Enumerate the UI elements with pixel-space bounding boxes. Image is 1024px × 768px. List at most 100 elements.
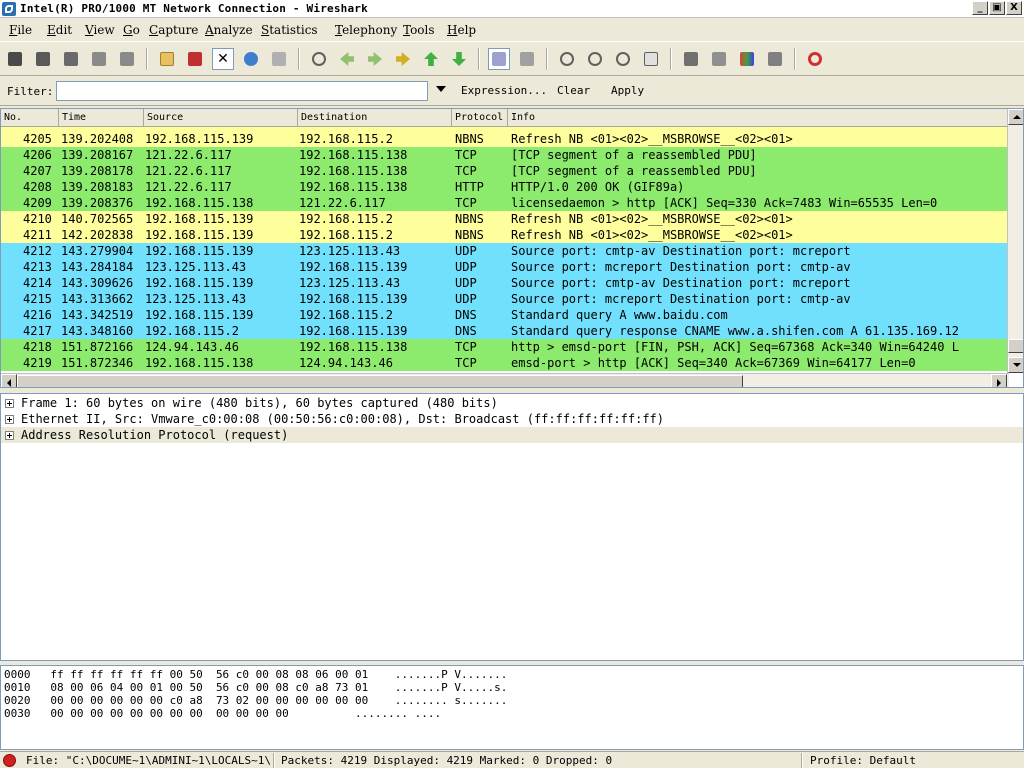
restart-capture-icon[interactable] xyxy=(118,50,136,68)
table-row[interactable]: 4210 140.702565 192.168.115.139 192.168.115… xyxy=(1,211,1009,227)
table-row[interactable]: 4207 139.208178 121.22.6.117 192.168.115.13… xyxy=(1,163,1009,179)
table-row[interactable]: 4214 143.309626 192.168.115.139 123.125.113… xyxy=(1,275,1009,291)
cell-time: 143.284184 xyxy=(61,260,134,274)
expression-button[interactable]: Expression... xyxy=(461,84,547,97)
zoom-normal-icon[interactable] xyxy=(614,50,632,68)
go-forward-icon[interactable] xyxy=(366,50,384,68)
zoom-out-icon[interactable] xyxy=(586,50,604,68)
resize-columns-icon[interactable] xyxy=(642,50,660,68)
print-icon[interactable] xyxy=(270,50,288,68)
colorize-icon[interactable] xyxy=(488,48,510,70)
cell-src: 192.168.115.139 xyxy=(145,228,254,242)
table-row[interactable]: 4211 142.202838 192.168.115.139 192.168.115… xyxy=(1,227,1009,243)
window-title: Intel(R) PRO/1000 MT Network Connection … xyxy=(20,2,368,15)
table-row[interactable]: 4208 139.208183 121.22.6.117 192.168.115.13… xyxy=(1,179,1009,195)
scroll-thumb[interactable] xyxy=(1008,339,1023,353)
chevron-down-icon[interactable] xyxy=(436,86,446,92)
save-file-icon[interactable] xyxy=(186,50,204,68)
scroll-left-button[interactable] xyxy=(1,374,17,387)
menu-tools[interactable]: Tools xyxy=(403,23,435,37)
filter-input[interactable] xyxy=(56,81,428,101)
detail-row-frame[interactable]: Frame 1: 60 bytes on wire (480 bits), 60… xyxy=(1,395,1023,411)
cell-time: 143.348160 xyxy=(61,324,134,338)
help-icon[interactable] xyxy=(806,50,824,68)
expand-icon[interactable] xyxy=(5,415,14,424)
cell-time: 143.309626 xyxy=(61,276,134,290)
status-profile[interactable]: Profile: Default xyxy=(810,754,916,767)
go-last-icon[interactable] xyxy=(450,50,468,68)
cell-dst: 123.125.113.43 xyxy=(299,276,401,290)
menu-capture[interactable]: Capture xyxy=(149,23,198,37)
cell-time: 143.342519 xyxy=(61,308,134,322)
cell-proto: DNS xyxy=(455,308,477,322)
scroll-right-button[interactable] xyxy=(991,374,1007,387)
expand-icon[interactable] xyxy=(5,399,14,408)
maximize-button[interactable]: ▣ xyxy=(989,1,1005,15)
bytes-row: 0000 ff ff ff ff ff ff 00 50 56 c0 00 08… xyxy=(4,668,508,681)
cell-proto: TCP xyxy=(455,196,477,210)
capture-filters-icon[interactable] xyxy=(682,50,700,68)
find-packet-icon[interactable] xyxy=(310,50,328,68)
menu-go[interactable]: Go xyxy=(123,23,140,37)
cell-dst: 121.22.6.117 xyxy=(299,196,386,210)
column-header-time[interactable]: Time xyxy=(59,109,144,127)
go-to-packet-icon[interactable] xyxy=(394,50,412,68)
table-row[interactable]: 4209 139.208376 192.168.115.138 121.22.6.11… xyxy=(1,195,1009,211)
minimize-button[interactable]: _ xyxy=(972,1,988,15)
menu-edit[interactable]: Edit xyxy=(47,23,72,37)
cell-time: 143.313662 xyxy=(61,292,134,306)
cell-proto: TCP xyxy=(455,164,477,178)
stop-capture-icon[interactable] xyxy=(90,50,108,68)
close-button[interactable]: X xyxy=(1006,1,1022,15)
menu-analyze[interactable]: Analyze xyxy=(205,23,253,37)
start-capture-icon[interactable] xyxy=(62,50,80,68)
table-row[interactable]: 4217 143.348160 192.168.115.2 192.168.115.1… xyxy=(1,323,1009,339)
column-header-destination[interactable]: Destination xyxy=(298,109,452,127)
table-row[interactable]: 4206 139.208167 121.22.6.117 192.168.115.13… xyxy=(1,147,1009,163)
table-row[interactable]: 4218 151.872166 124.94.143.46 192.168.115.1… xyxy=(1,339,1009,355)
go-first-icon[interactable] xyxy=(422,50,440,68)
menu-telephony[interactable]: Telephony xyxy=(335,23,397,37)
column-header-info[interactable]: Info xyxy=(508,109,1009,127)
table-row[interactable]: 4216 143.342519 192.168.115.139 192.168.115… xyxy=(1,307,1009,323)
packet-list-vscroll[interactable] xyxy=(1007,109,1023,373)
table-row[interactable]: 4205 139.202408 192.168.115.139 192.168.115… xyxy=(1,131,1009,147)
display-filters-icon[interactable] xyxy=(710,50,728,68)
detail-row-ethernet[interactable]: Ethernet II, Src: Vmware_c0:00:08 (00:50… xyxy=(1,411,1023,427)
detail-row-arp[interactable]: Address Resolution Protocol (request) xyxy=(1,427,1023,443)
reload-icon[interactable] xyxy=(242,50,260,68)
packet-list-hscroll[interactable] xyxy=(1,373,1009,387)
preferences-icon[interactable] xyxy=(766,50,784,68)
table-row[interactable]: 4212 143.279904 192.168.115.139 123.125.113… xyxy=(1,243,1009,259)
table-row[interactable]: 4213 143.284184 123.125.113.43 192.168.115.… xyxy=(1,259,1009,275)
expert-info-icon[interactable] xyxy=(3,754,16,767)
table-row[interactable]: 4219 151.872346 192.168.115.138 124.94.143.… xyxy=(1,355,1009,371)
column-header-protocol[interactable]: Protocol xyxy=(452,109,508,127)
scroll-up-button[interactable] xyxy=(1008,109,1023,125)
cell-info: Refresh NB <01><02>__MSBROWSE__<02><01> xyxy=(511,212,793,226)
expand-icon[interactable] xyxy=(5,431,14,440)
menu-help[interactable]: Help xyxy=(447,23,476,37)
coloring-rules-icon[interactable] xyxy=(738,50,756,68)
zoom-in-icon[interactable] xyxy=(558,50,576,68)
hscroll-thumb[interactable] xyxy=(17,375,743,387)
go-back-icon[interactable] xyxy=(338,50,356,68)
close-file-icon[interactable]: ✕ xyxy=(212,48,234,70)
autoscroll-icon[interactable] xyxy=(518,50,536,68)
cell-dst: 192.168.115.2 xyxy=(299,228,393,242)
capture-options-icon[interactable] xyxy=(34,50,52,68)
interface-list-icon[interactable] xyxy=(6,50,24,68)
table-row[interactable]: 4215 143.313662 123.125.113.43 192.168.115.… xyxy=(1,291,1009,307)
apply-button[interactable]: Apply xyxy=(611,84,644,97)
packet-list: No. Time Source Destination Protocol Inf… xyxy=(0,108,1024,388)
scroll-down-button[interactable] xyxy=(1008,357,1023,373)
open-file-icon[interactable] xyxy=(158,50,176,68)
cell-no: 4211 xyxy=(23,228,52,242)
cell-proto: DNS xyxy=(455,324,477,338)
column-header-no[interactable]: No. xyxy=(1,109,59,127)
column-header-source[interactable]: Source xyxy=(144,109,298,127)
menu-statistics[interactable]: Statistics xyxy=(261,23,318,37)
menu-file[interactable]: File xyxy=(9,23,32,37)
menu-view[interactable]: View xyxy=(85,23,115,37)
clear-button[interactable]: Clear xyxy=(557,84,590,97)
